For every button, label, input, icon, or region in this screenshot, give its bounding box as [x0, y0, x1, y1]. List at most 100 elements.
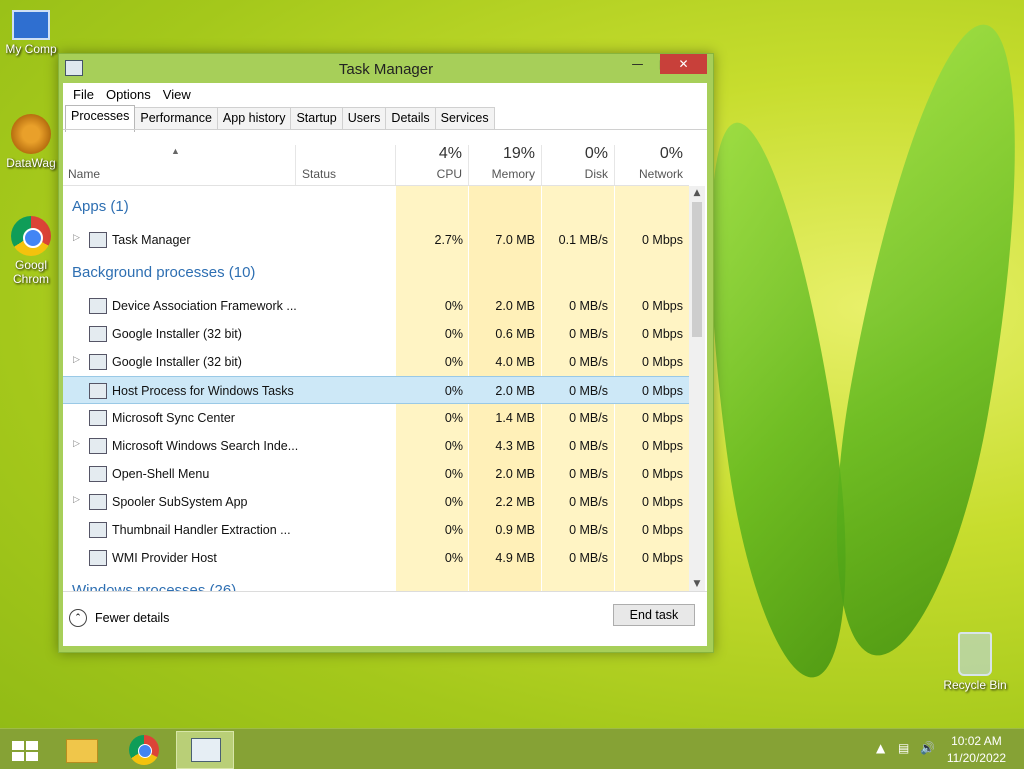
process-network: 0 Mbps [642, 233, 683, 247]
end-task-button[interactable]: End task [613, 604, 695, 626]
network-label: Network [638, 167, 683, 181]
vertical-scrollbar[interactable]: ▲ ▼ [689, 186, 705, 591]
process-name: WMI Provider Host [112, 551, 217, 565]
title-bar[interactable]: Task Manager — □ ✕ [59, 54, 713, 83]
group-background: Background processes (10) [72, 264, 256, 281]
menu-file[interactable]: File [67, 87, 100, 102]
process-list: Apps (1) Background processes (10) Windo… [63, 186, 689, 591]
start-button[interactable] [0, 731, 50, 767]
process-name: Microsoft Windows Search Inde... [112, 439, 299, 453]
network-icon[interactable]: ▤ [898, 741, 909, 755]
expand-icon[interactable]: ▷ [73, 232, 80, 243]
process-row[interactable]: ▷ Task Manager 2.7% 7.0 MB 0.1 MB/s 0 Mbps [63, 226, 689, 254]
window-client: File Options View Processes Performance … [63, 83, 707, 646]
taskbar-file-explorer[interactable] [52, 731, 108, 767]
expand-icon[interactable]: ▷ [73, 438, 80, 449]
taskbar-chrome[interactable] [116, 731, 172, 767]
fewer-details-link[interactable]: Fewer details [95, 611, 169, 625]
windows-logo-icon [12, 741, 38, 761]
process-cpu: 0% [444, 467, 463, 481]
process-network: 0 Mbps [642, 551, 683, 565]
process-memory: 2.0 MB [495, 467, 535, 481]
tab-services[interactable]: Services [434, 107, 495, 129]
cpu-label: CPU [436, 167, 462, 181]
tab-divider [63, 129, 707, 130]
process-network: 0 Mbps [642, 495, 683, 509]
column-name[interactable]: Name [68, 167, 100, 181]
desktop-icon-computer[interactable]: My Comp [0, 10, 62, 56]
process-row[interactable]: Host Process for Windows Tasks 0% 2.0 MB 0 … [63, 376, 689, 404]
menu-bar: File Options View [63, 83, 707, 105]
clock[interactable]: 10:02 AM 11/20/2022 [947, 733, 1006, 767]
process-disk: 0 MB/s [569, 355, 608, 369]
column-network[interactable]: 0% Network [614, 145, 690, 185]
process-cpu: 0% [444, 355, 463, 369]
process-row[interactable]: Open-Shell Menu 0% 2.0 MB 0 MB/s 0 Mbps [63, 460, 689, 488]
footer-bar: ⌃ Fewer details End task [63, 591, 707, 646]
scroll-thumb[interactable] [692, 202, 702, 337]
tab-details[interactable]: Details [385, 107, 436, 129]
process-disk: 0 MB/s [569, 299, 608, 313]
task-manager-icon [191, 738, 221, 762]
tab-app-history[interactable]: App history [216, 107, 292, 129]
tab-processes[interactable]: Processes [65, 105, 136, 132]
desktop-icon-label: DataWag [6, 156, 56, 170]
process-row[interactable]: Thumbnail Handler Extraction ... 0% 0.9 MB… [63, 516, 689, 544]
process-name: Open-Shell Menu [112, 467, 210, 481]
menu-options[interactable]: Options [100, 87, 157, 102]
menu-view[interactable]: View [157, 87, 197, 102]
desktop-icon-label: Googl Chrom [12, 258, 49, 286]
column-memory[interactable]: 19% Memory [468, 145, 542, 185]
chrome-icon [129, 735, 159, 765]
process-cpu: 0% [444, 299, 463, 313]
task-manager-window[interactable]: Task Manager — □ ✕ File Options View Pro… [58, 53, 714, 653]
process-row[interactable]: ▷ Spooler SubSystem App 0% 2.2 MB 0 MB/s 0 Mb… [63, 488, 689, 516]
window-title: Task Manager [338, 61, 434, 78]
column-disk[interactable]: 0% Disk [541, 145, 615, 185]
process-memory: 4.9 MB [495, 551, 535, 565]
memory-total: 19% [502, 145, 535, 162]
process-icon [89, 494, 107, 510]
volume-icon[interactable]: 🔊 [920, 741, 935, 755]
expand-icon[interactable]: ▷ [73, 354, 80, 365]
process-disk: 0 MB/s [569, 523, 608, 537]
process-row[interactable]: ▷ Google Installer (32 bit) 0% 4.0 MB 0 MB/s… [63, 348, 689, 376]
taskbar-task-manager[interactable] [176, 731, 234, 769]
process-memory: 1.4 MB [495, 411, 535, 425]
expand-icon[interactable]: ▷ [73, 494, 80, 505]
column-status: Status [302, 167, 337, 181]
desktop-icon-recycle-bin[interactable]: Recycle Bin [942, 632, 1008, 692]
scroll-down-icon[interactable]: ▼ [689, 579, 705, 589]
collapse-icon[interactable]: ⌃ [69, 609, 87, 627]
sun-icon [11, 114, 51, 154]
show-hidden-icons[interactable]: ▲ [876, 741, 885, 755]
process-icon [89, 298, 107, 314]
process-icon [89, 466, 107, 482]
clock-time: 10:02 AM [951, 734, 1002, 748]
process-memory: 4.0 MB [495, 355, 535, 369]
process-name: Device Association Framework ... [112, 299, 297, 313]
tab-performance[interactable]: Performance [134, 107, 218, 129]
process-memory: 4.3 MB [495, 439, 535, 453]
process-row[interactable]: Microsoft Sync Center 0% 1.4 MB 0 MB/s 0 Mbp… [63, 404, 689, 432]
process-row[interactable]: ▷ Microsoft Windows Search Inde... 0% 4.3 M… [63, 432, 689, 460]
desktop-icon-datawag[interactable]: DataWag [0, 114, 62, 170]
group-apps: Apps (1) [72, 198, 129, 215]
process-row[interactable]: Google Installer (32 bit) 0% 0.6 MB 0 MB/s 0… [63, 320, 689, 348]
close-button[interactable]: ✕ [660, 54, 707, 74]
minimize-button[interactable]: — [624, 54, 651, 74]
process-disk: 0 MB/s [569, 495, 608, 509]
scroll-up-icon[interactable]: ▲ [689, 188, 705, 198]
column-status-header[interactable]: Status [295, 145, 396, 185]
process-cpu: 0% [444, 327, 463, 341]
tab-startup[interactable]: Startup [290, 107, 343, 129]
desktop-icon-chrome[interactable]: Googl Chrom [0, 216, 62, 286]
process-icon [89, 438, 107, 454]
column-cpu[interactable]: 4% CPU [395, 145, 469, 185]
process-cpu: 0% [444, 411, 463, 425]
process-row[interactable]: WMI Provider Host 0% 4.9 MB 0 MB/s 0 Mbps [63, 544, 689, 572]
disk-label: Disk [584, 167, 608, 181]
process-cpu: 0% [444, 439, 463, 453]
process-row[interactable]: Device Association Framework ... 0% 2.0 MB… [63, 292, 689, 320]
tab-users[interactable]: Users [341, 107, 387, 129]
